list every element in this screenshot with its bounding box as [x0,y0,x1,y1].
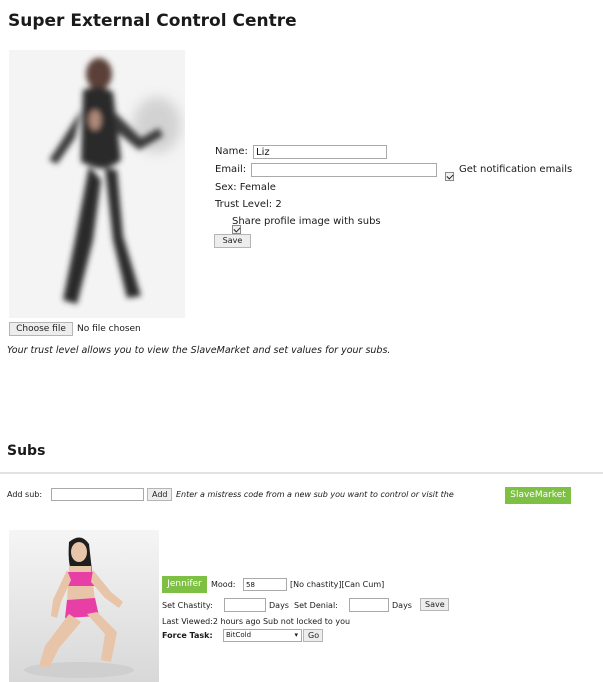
trust-level-text: Trust Level: 2 [215,199,282,210]
notify-checkbox[interactable] [445,172,454,181]
chevron-down-icon: ▾ [294,631,298,639]
page-title: Super External Control Centre [8,11,297,31]
denial-days-input[interactable] [349,598,389,612]
days-label: Days [269,601,289,610]
go-button[interactable]: Go [303,629,323,642]
email-label: Email: [215,164,247,175]
trust-info-text: Your trust level allows you to view the … [7,345,391,356]
notify-label: Get notification emails [459,164,573,175]
save-button[interactable]: Save [214,234,251,248]
sub-status-text: [No chastity][Can Cum] [290,580,385,589]
force-task-label: Force Task: [162,631,213,640]
set-denial-label: Set Denial: [294,601,338,610]
sub-name-button[interactable]: Jennifer [162,576,207,593]
days-label: Days [392,601,412,610]
set-chastity-label: Set Chastity: [162,601,213,610]
choose-file-button[interactable]: Choose file [9,322,73,336]
force-task-select[interactable]: BitCold ▾ [223,629,302,642]
name-input[interactable] [253,145,387,159]
add-sub-instruction: Enter a mistress code from a new sub you… [176,490,454,499]
add-sub-input[interactable] [51,488,144,501]
mood-input[interactable] [243,578,287,591]
subs-heading: Subs [7,443,46,459]
no-file-text: No file chosen [77,324,141,334]
section-divider [0,472,603,474]
name-label: Name: [215,146,248,157]
force-task-value: BitCold [226,631,252,639]
profile-image [9,50,185,318]
share-image-label: Share profile image with subs [232,216,381,227]
mood-label: Mood: [211,580,236,589]
sub-avatar [9,530,159,682]
email-input[interactable] [251,163,437,177]
name-row: Name: [215,146,248,157]
sex-text: Sex: Female [215,182,276,193]
add-sub-button[interactable]: Add [147,488,172,501]
add-sub-label: Add sub: [7,490,43,499]
chastity-days-input[interactable] [224,598,266,612]
sub-save-button[interactable]: Save [420,598,449,611]
last-viewed-text: Last Viewed:2 hours ago Sub not locked t… [162,617,351,626]
slavemarket-button[interactable]: SlaveMarket [505,487,571,504]
